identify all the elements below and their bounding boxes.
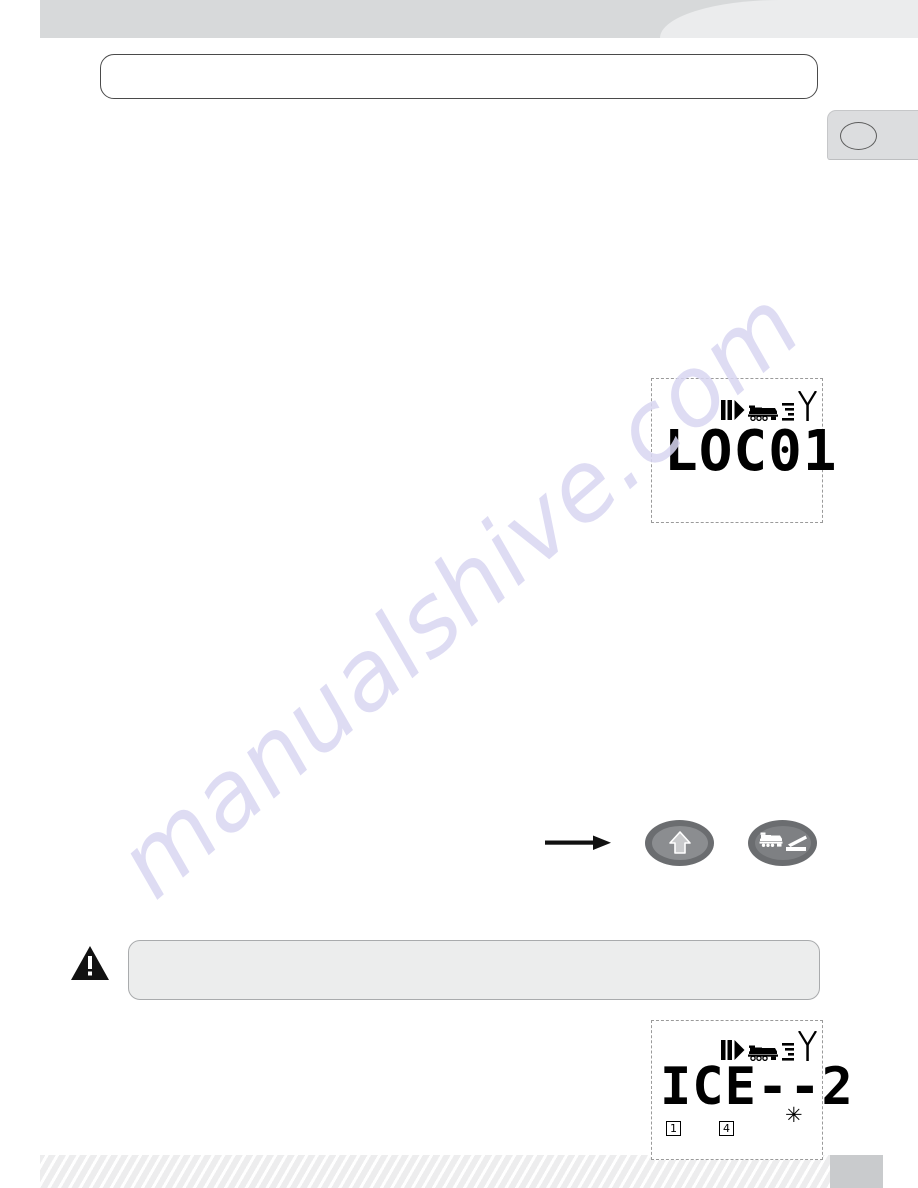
lcd-top-segment-text: LOC01 [664,419,838,484]
ice-lcd-display: ICE--2 ✳ 1 4 [651,1020,853,1160]
right-arrow-icon [545,835,611,850]
section-tab[interactable] [827,110,918,160]
warning-row [70,940,820,1004]
lcd-function-boxes: 1 4 [666,1121,734,1136]
warning-box [128,940,820,1000]
function-box: 4 [719,1121,734,1136]
pause-play-icon [721,400,745,420]
warning-box-text [129,941,819,961]
page-header-band [40,0,918,38]
title-box-text [101,55,817,79]
locomotive-switch-icon [759,832,807,851]
function-box: 1 [666,1121,681,1136]
up-arrow-button[interactable] [645,820,714,866]
up-arrow-button-inner [651,826,708,860]
locomotive-button[interactable] [748,820,817,866]
watermark-overlay: manualshive.com [0,0,918,1188]
loco-lcd-display: LOC01 [651,378,837,523]
locomotive-button-inner [754,826,811,860]
light-star-icon: ✳ [785,1103,803,1127]
antenna-icon [798,391,817,421]
warning-triangle-icon [71,946,109,980]
lcd-top-status-row [721,391,817,421]
page-number [830,1155,883,1188]
lcd-bottom-segment-text: ICE--2 [660,1057,854,1117]
section-tab-label [840,122,877,150]
up-arrow-icon [668,831,691,854]
header-dark-segment [40,0,740,38]
title-box [100,54,818,99]
button-flow-row [545,812,835,874]
